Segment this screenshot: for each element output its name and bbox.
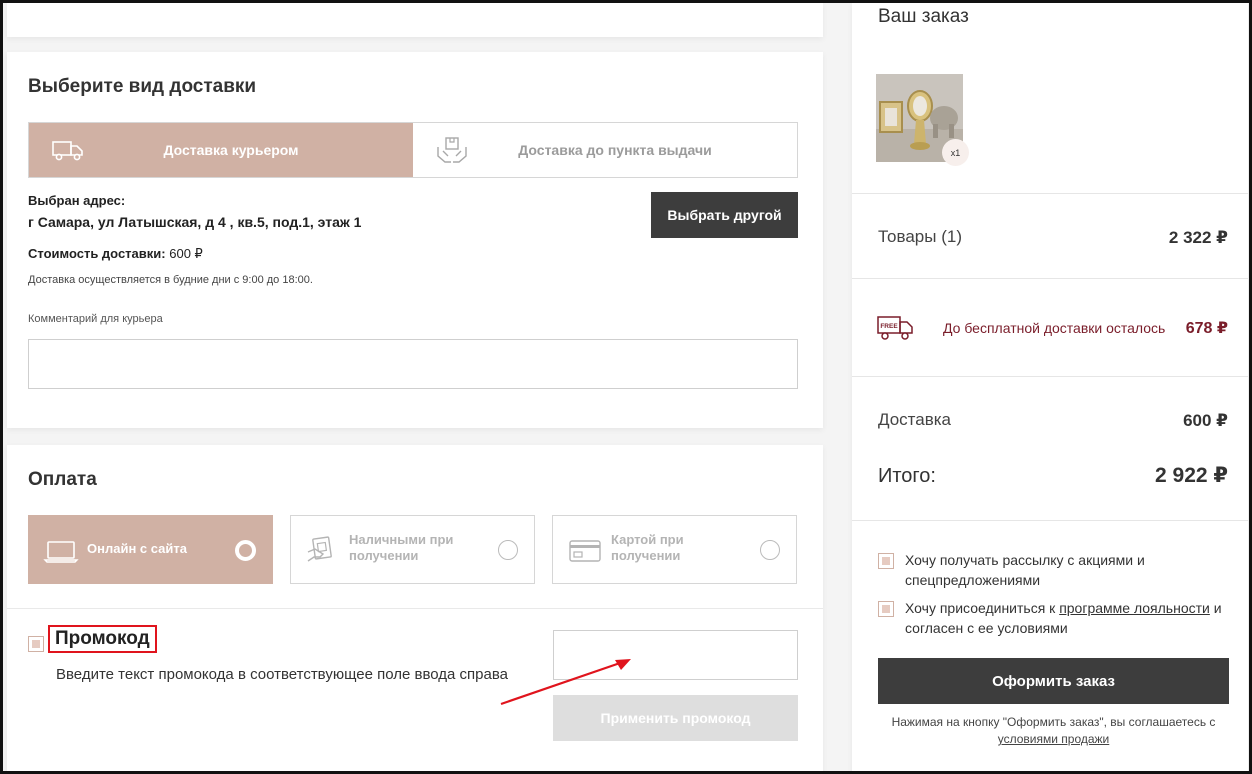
payment-option-online[interactable]: Онлайн с сайта	[28, 515, 273, 584]
delivery-schedule-note: Доставка осуществляется в будние дни с 9…	[28, 274, 313, 286]
payment-option-cash[interactable]: Наличными при получении	[290, 515, 535, 584]
address-label: Выбран адрес:	[28, 193, 126, 208]
choose-other-address-button[interactable]: Выбрать другой	[651, 192, 798, 238]
summary-divider-4	[852, 520, 1248, 521]
delivery-cost-value: 600 ₽	[169, 246, 203, 261]
delivery-summary-value: 600 ₽	[1183, 411, 1228, 430]
courier-comment-input[interactable]	[28, 339, 798, 389]
free-icon-text: FREE	[880, 323, 898, 330]
summary-divider-1	[852, 193, 1248, 194]
payment-cash-label-line2: получении	[349, 548, 419, 563]
tab-courier-delivery[interactable]: Доставка курьером	[29, 123, 413, 177]
order-summary: Ваш заказ x1 Товары (1) 2 322 ₽ FREE До …	[852, 3, 1248, 774]
total-label: Итого:	[878, 465, 936, 487]
payment-cash-radio[interactable]	[498, 540, 518, 560]
delivery-cost: Стоимость доставки: 600 ₽	[28, 246, 203, 262]
tab-pickup-label: Доставка до пункта выдачи	[518, 142, 712, 158]
free-delivery-truck-icon: FREE	[877, 316, 913, 340]
free-delivery-value: 678 ₽	[1185, 320, 1228, 337]
promo-checkbox[interactable]	[28, 636, 44, 652]
legal-note: Нажимая на кнопку "Оформить заказ", вы с…	[878, 714, 1229, 748]
place-order-button[interactable]: Оформить заказ	[878, 658, 1229, 704]
card-icon	[569, 540, 601, 562]
items-value: 2 322 ₽	[1168, 228, 1228, 247]
laptop-icon	[43, 541, 79, 563]
loyalty-program-link[interactable]: программе лояльности	[1059, 600, 1210, 616]
payment-divider	[7, 608, 823, 609]
legal-text: Нажимая на кнопку "Оформить заказ", вы с…	[891, 715, 1216, 729]
total-value: 2 922 ₽	[1155, 464, 1228, 487]
cash-icon	[307, 536, 332, 562]
courier-comment-label: Комментарий для курьера	[28, 313, 163, 325]
delivery-tabs: Доставка курьером Доставка до пункта выд…	[28, 122, 798, 178]
annotation-arrow	[500, 659, 631, 706]
loyalty-text-prefix: Хочу присоединиться к	[905, 600, 1060, 616]
newsletter-checkbox[interactable]	[878, 553, 894, 569]
quantity-badge: x1	[942, 139, 969, 166]
newsletter-text: Хочу получать рассылку с акциями и спецп…	[905, 552, 1145, 588]
delivery-summary-label: Доставка	[878, 410, 952, 429]
loyalty-text: Хочу присоединиться к программе лояльнос…	[905, 598, 1235, 638]
payment-card-radio[interactable]	[760, 540, 780, 560]
free-delivery-text: До бесплатной доставки осталось	[943, 320, 1166, 336]
loyalty-checkbox[interactable]	[878, 601, 894, 617]
delivery-section: Выберите вид доставки Доставка курьером …	[7, 52, 823, 428]
payment-online-label: Онлайн с сайта	[87, 541, 187, 556]
previous-section-card	[7, 3, 823, 37]
payment-cash-label: Наличными при получении	[349, 532, 453, 564]
address-value: г Самара, ул Латышская, д 4 , кв.5, под.…	[28, 214, 362, 230]
tab-pickup-delivery[interactable]: Доставка до пункта выдачи	[413, 123, 797, 177]
payment-section: Оплата Онлайн с сайта Наличными при полу…	[7, 445, 823, 774]
payment-option-card[interactable]: Картой при получении	[552, 515, 797, 584]
summary-divider-3	[852, 376, 1248, 377]
delivery-cost-label: Стоимость доставки:	[28, 246, 166, 261]
payment-card-label: Картой при получении	[611, 532, 684, 564]
promo-hint: Введите текст промокода в соответствующе…	[56, 666, 508, 683]
summary-title: Ваш заказ	[878, 6, 969, 27]
items-label: Товары (1)	[878, 227, 962, 246]
payment-cash-label-line1: Наличными при	[349, 532, 454, 547]
tab-courier-label: Доставка курьером	[163, 142, 299, 158]
payment-online-radio[interactable]	[235, 540, 256, 561]
terms-of-sale-link[interactable]: условиями продажи	[998, 732, 1110, 746]
payment-card-label-line1: Картой при	[611, 532, 684, 547]
payment-card-label-line2: получении	[611, 548, 681, 563]
promo-title: Промокод	[48, 625, 157, 653]
summary-divider-2	[852, 278, 1248, 279]
delivery-title: Выберите вид доставки	[28, 76, 257, 97]
payment-title: Оплата	[28, 469, 97, 490]
